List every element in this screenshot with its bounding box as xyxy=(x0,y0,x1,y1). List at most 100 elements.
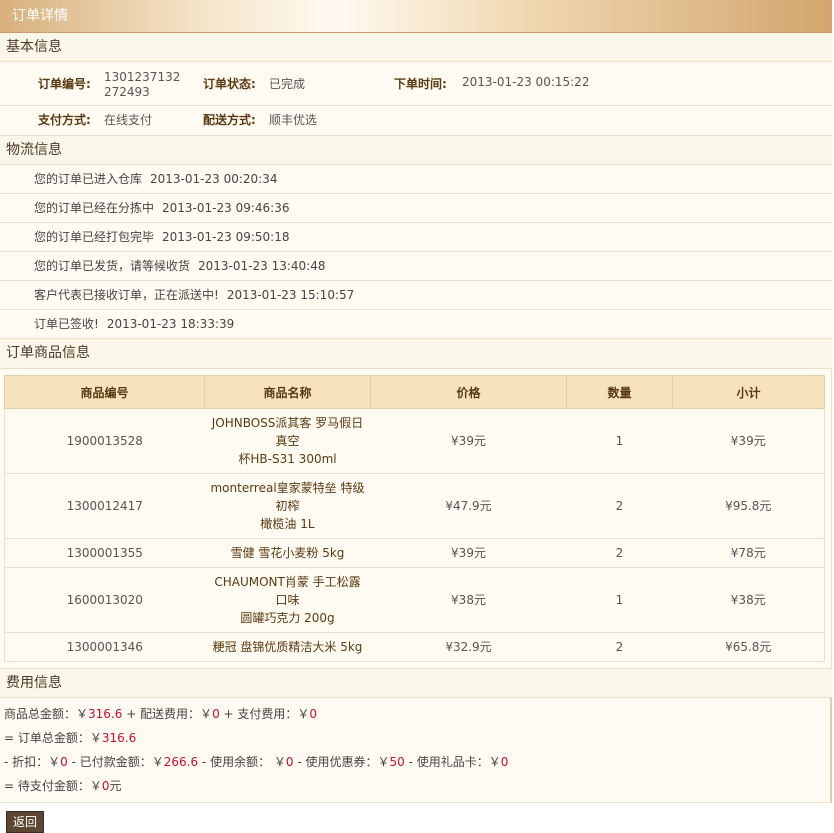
item-qty: 1 xyxy=(566,408,673,474)
back-wrap: 返回 xyxy=(0,803,832,833)
item-code: 1600013020 xyxy=(4,567,205,633)
order-status-value: 已完成 xyxy=(269,77,306,91)
shipping-fee-label: + 配送费用：￥ xyxy=(122,707,213,721)
logistics-entry-text: 客户代表已接收订单，正在派送中! xyxy=(34,288,219,302)
logistics-entry-time: 2013-01-23 18:33:39 xyxy=(106,317,235,331)
gift-card-label: - 使用礼品卡：￥ xyxy=(404,755,501,769)
col-header-qty: 数量 xyxy=(566,375,673,409)
amount-due-value: 0 xyxy=(101,779,110,793)
page-title: 订单详情 xyxy=(0,0,832,33)
item-name-line: 雪健 雪花小麦粉 5kg xyxy=(230,546,345,560)
item-name: JOHNBOSS派其客 罗马假日真空杯HB-S31 300ml xyxy=(204,408,371,474)
fee-line-3: - 折扣：￥0 - 已付款金额：￥266.6 - 使用余额： ￥0 - 使用优惠… xyxy=(0,750,830,774)
item-price: ¥47.9元 xyxy=(370,473,567,539)
col-header-code: 商品编号 xyxy=(4,375,205,409)
item-qty: 1 xyxy=(566,567,673,633)
item-subtotal: ¥39元 xyxy=(672,408,825,474)
order-detail-page: 订单详情 基本信息 订单编号: 1301237132272493 订单状态: 已… xyxy=(0,0,832,833)
item-subtotal: ¥78元 xyxy=(672,538,825,568)
logistics-entry-time: 2013-01-23 00:20:34 xyxy=(150,172,278,186)
pay-method-value: 在线支付 xyxy=(104,113,153,127)
item-name-line: CHAUMONT肖蒙 手工松露口味 xyxy=(214,575,361,607)
balance-label: - 使用余额： ￥ xyxy=(198,755,286,769)
goods-total-value: 316.6 xyxy=(88,707,123,721)
coupon-value: 50 xyxy=(389,755,405,769)
items-table-wrap: 商品编号 商品名称 价格 数量 小计 1900013528 JOHNBOSS派其客… xyxy=(0,369,832,669)
payment-fee-label: + 支付费用：￥ xyxy=(219,707,310,721)
fee-line-4: = 待支付金额：￥0元 xyxy=(0,774,830,798)
amount-due-suffix: 元 xyxy=(109,779,122,793)
item-name-line: 圆罐巧克力 200g xyxy=(240,611,335,625)
item-subtotal: ¥38元 xyxy=(672,567,825,633)
basic-info-heading: 基本信息 xyxy=(0,33,832,62)
ship-method-value: 顺丰优选 xyxy=(269,113,318,127)
paid-label: - 已付款金额：￥ xyxy=(67,755,164,769)
pay-method-label: 支付方式: xyxy=(38,113,91,127)
fees-heading: 费用信息 xyxy=(0,669,832,698)
coupon-label: - 使用优惠券：￥ xyxy=(293,755,390,769)
item-name: 粳冠 盘锦优质精洁大米 5kg xyxy=(204,632,371,662)
item-price: ¥39元 xyxy=(370,408,567,474)
order-time-value: 2013-01-23 00:15:22 xyxy=(462,75,590,89)
table-row: 1600013020 CHAUMONT肖蒙 手工松露口味 圆罐巧克力 200g ¥38… xyxy=(4,567,825,633)
logistics-entry: 客户代表已接收订单，正在派送中! 2013-01-23 15:10:57 xyxy=(0,281,832,310)
logistics-heading: 物流信息 xyxy=(0,136,832,165)
payment-fee-value: 0 xyxy=(309,707,318,721)
basic-info-row-1: 订单编号: 1301237132272493 订单状态: 已完成 下单时间: 2… xyxy=(0,62,832,106)
table-row: 1300001355 雪健 雪花小麦粉 5kg ¥39元 2 ¥78元 xyxy=(4,538,825,568)
item-name: monterreal皇家蒙特垒 特级初榨橄榄油 1L xyxy=(204,473,371,539)
table-row: 1300012417 monterreal皇家蒙特垒 特级初榨 橄榄油 1L ¥47.… xyxy=(4,473,825,539)
item-name-line: 杯HB-S31 300ml xyxy=(238,452,337,466)
order-total-label: = 订单总金额：￥ xyxy=(4,731,102,745)
item-code: 1300001346 xyxy=(4,632,205,662)
item-name: 雪健 雪花小麦粉 5kg xyxy=(204,538,371,568)
col-header-price: 价格 xyxy=(370,375,567,409)
item-subtotal: ¥95.8元 xyxy=(672,473,825,539)
col-header-subtotal: 小计 xyxy=(672,375,825,409)
logistics-entry-time: 2013-01-23 15:10:57 xyxy=(226,288,355,302)
item-qty: 2 xyxy=(566,473,673,539)
balance-value: 0 xyxy=(285,755,294,769)
order-no-label: 订单编号: xyxy=(38,77,91,91)
shipping-fee-value: 0 xyxy=(212,707,220,721)
logistics-entry-text: 您的订单已进入仓库 xyxy=(34,172,143,186)
col-header-name: 商品名称 xyxy=(204,375,371,409)
order-total-value: 316.6 xyxy=(101,731,137,745)
item-name-line: monterreal皇家蒙特垒 特级初榨 xyxy=(210,481,365,513)
item-name: CHAUMONT肖蒙 手工松露口味圆罐巧克力 200g xyxy=(204,567,371,633)
table-row: 1900013528 JOHNBOSS派其客 罗马假日真空 杯HB-S31 300m… xyxy=(4,408,825,474)
item-name-line: 橄榄油 1L xyxy=(260,517,315,531)
item-code: 1300001355 xyxy=(4,538,205,568)
logistics-entry: 订单已签收! 2013-01-23 18:33:39 xyxy=(0,310,832,339)
gift-card-value: 0 xyxy=(500,755,509,769)
logistics-entry-text: 您的订单已发货，请等候收货 xyxy=(34,259,191,273)
logistics-list: 您的订单已进入仓库 2013-01-23 00:20:34 您的订单已经在分拣中 20… xyxy=(0,165,832,339)
basic-info-block: 订单编号: 1301237132272493 订单状态: 已完成 下单时间: 2… xyxy=(0,62,832,136)
order-status-label: 订单状态: xyxy=(203,77,256,91)
basic-info-row-2: 支付方式: 在线支付 配送方式: 顺丰优选 xyxy=(0,106,832,136)
logistics-entry-time: 2013-01-23 09:46:36 xyxy=(162,201,290,215)
paid-value: 266.6 xyxy=(163,755,199,769)
item-name-line: JOHNBOSS派其客 罗马假日真空 xyxy=(211,416,364,448)
logistics-entry: 您的订单已经打包完毕 2013-01-23 09:50:18 xyxy=(0,223,832,252)
item-code: 1300012417 xyxy=(4,473,205,539)
item-qty: 2 xyxy=(566,632,673,662)
item-name-line: 粳冠 盘锦优质精洁大米 5kg xyxy=(212,640,363,654)
logistics-entry: 您的订单已发货，请等候收货 2013-01-23 13:40:48 xyxy=(0,252,832,281)
logistics-entry-time: 2013-01-23 13:40:48 xyxy=(198,259,326,273)
logistics-entry: 您的订单已进入仓库 2013-01-23 00:20:34 xyxy=(0,165,832,194)
back-button[interactable]: 返回 xyxy=(6,811,45,833)
goods-total-label: 商品总金额：￥ xyxy=(4,707,89,721)
items-table-header: 商品编号 商品名称 价格 数量 小计 xyxy=(4,375,825,409)
fee-line-2: = 订单总金额：￥316.6 xyxy=(0,726,830,750)
ship-method-label: 配送方式: xyxy=(203,113,256,127)
fees-block: 商品总金额：￥316.6 + 配送费用：￥0 + 支付费用：￥0 = 订单总金额… xyxy=(0,698,832,803)
amount-due-label: = 待支付金额：￥ xyxy=(4,779,102,793)
logistics-entry-time: 2013-01-23 09:50:18 xyxy=(162,230,290,244)
discount-value: 0 xyxy=(60,755,68,769)
logistics-entry-text: 您的订单已经打包完毕 xyxy=(34,230,155,244)
logistics-entry: 您的订单已经在分拣中 2013-01-23 09:46:36 xyxy=(0,194,832,223)
discount-label: - 折扣：￥ xyxy=(4,755,61,769)
item-price: ¥32.9元 xyxy=(370,632,567,662)
order-time-label: 下单时间: xyxy=(394,77,447,91)
